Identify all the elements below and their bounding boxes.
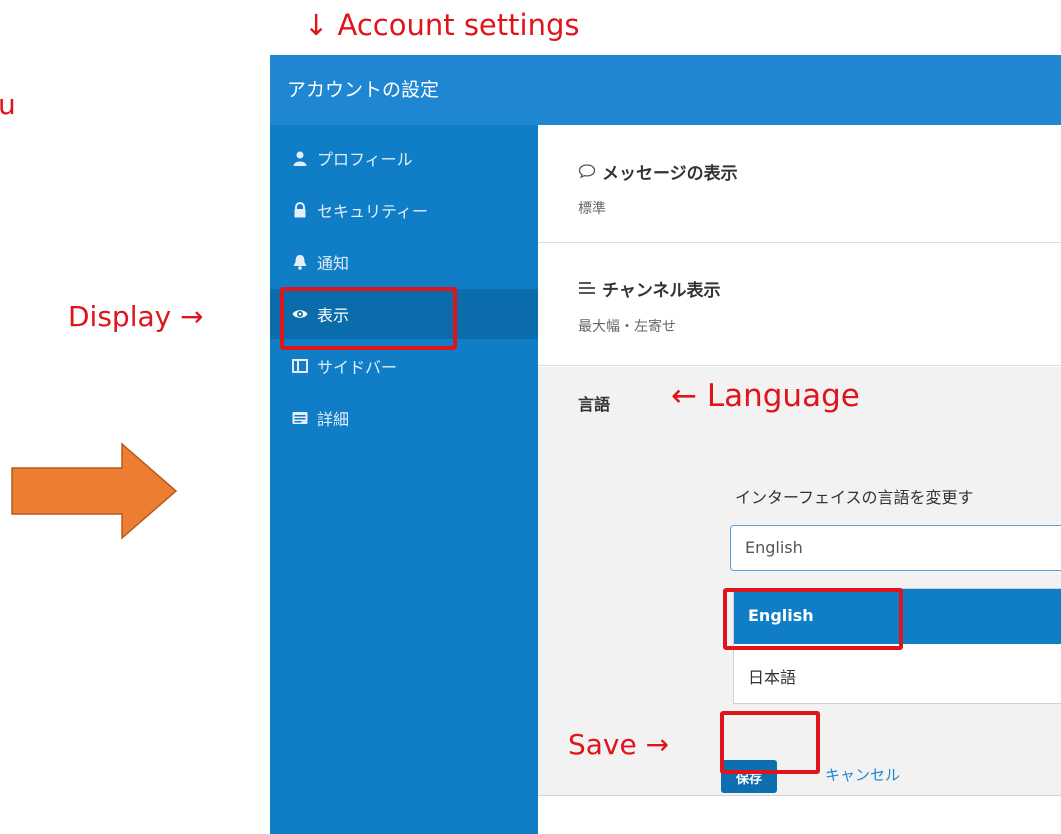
bell-icon <box>293 255 307 270</box>
highlight-english-box <box>723 588 903 650</box>
sidebar-item-advanced[interactable]: 詳細 <box>270 393 538 443</box>
setting-value: 最大幅・左寄せ <box>578 319 676 335</box>
language-title: 言語 <box>578 395 611 414</box>
language-description: インターフェイスの言語を変更す <box>735 488 974 507</box>
language-input-value: English <box>745 538 803 557</box>
highlight-display-box <box>280 287 457 350</box>
columns-icon <box>292 359 308 373</box>
highlight-save-box <box>720 711 820 774</box>
option-label: 日本語 <box>748 668 797 687</box>
annotation-language: ← Language <box>671 378 860 414</box>
annotation-display: Display → <box>68 300 204 333</box>
title-bar: アカウントの設定 <box>270 55 1061 125</box>
setting-channel-display[interactable]: チャンネル表示 最大幅・左寄せ <box>538 243 1061 366</box>
sidebar-item-label: サイドバー <box>317 358 398 377</box>
speech-bubble-icon <box>578 164 596 179</box>
setting-title: チャンネル表示 <box>602 281 721 301</box>
sidebar-item-label: 詳細 <box>317 410 350 429</box>
sidebar-item-label: 通知 <box>317 254 350 273</box>
setting-value: 標準 <box>578 201 606 217</box>
annotation-save: Save → <box>568 728 670 761</box>
annotation-account-settings: ↓ Account settings <box>304 8 580 42</box>
annotation-cut-text: u <box>0 88 16 121</box>
user-icon <box>293 151 307 166</box>
lock-icon <box>294 202 306 218</box>
language-option-japanese[interactable]: 日本語 <box>734 647 1061 702</box>
setting-message-display[interactable]: メッセージの表示 標準 <box>538 125 1061 243</box>
sidebar: プロフィール セキュリティー 通知 表示 サイドバー 詳細 <box>270 125 538 834</box>
sidebar-item-label: セキュリティー <box>317 202 429 221</box>
language-select-input[interactable]: English <box>730 525 1061 571</box>
card-icon <box>292 412 308 424</box>
account-settings-window: アカウントの設定 プロフィール セキュリティー 通知 表示 サイドバー 詳細 メ… <box>270 55 1061 834</box>
cancel-link[interactable]: キャンセル <box>825 764 900 785</box>
align-left-icon <box>579 282 595 294</box>
sidebar-item-notifications[interactable]: 通知 <box>270 237 538 287</box>
setting-title: メッセージの表示 <box>602 164 738 184</box>
window-title: アカウントの設定 <box>287 79 440 101</box>
orange-arrow-icon <box>11 442 178 540</box>
sidebar-item-profile[interactable]: プロフィール <box>270 133 538 183</box>
sidebar-item-security[interactable]: セキュリティー <box>270 185 538 235</box>
sidebar-item-label: プロフィール <box>317 150 413 169</box>
